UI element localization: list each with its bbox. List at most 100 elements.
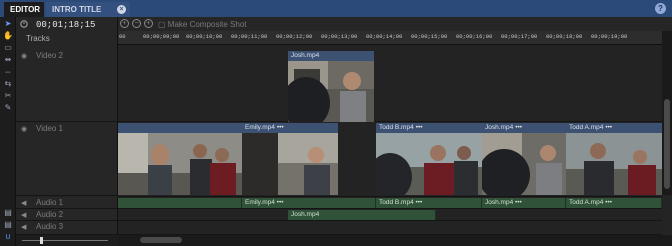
clip-thumbnail xyxy=(242,133,338,195)
clip-menu-icon[interactable]: ••• xyxy=(605,124,612,131)
ruler-tick: 00;00;17;00 xyxy=(501,33,538,40)
zoom-in-icon[interactable]: + xyxy=(144,19,153,28)
ripple-tool-icon[interactable]: ⇹ xyxy=(3,56,13,64)
speaker-icon[interactable]: ◀ xyxy=(21,223,26,231)
clip-label: Josh.mp4 xyxy=(485,124,514,131)
ruler-tick: 00;00;14;00 xyxy=(366,33,403,40)
speaker-icon[interactable]: ◀ xyxy=(21,211,26,219)
track-name: Audio 3 xyxy=(36,222,64,231)
slide-tool-icon[interactable]: ⇆ xyxy=(3,80,13,88)
tracks-label: Tracks xyxy=(26,34,50,43)
lane-video-2[interactable]: Josh.mp4 xyxy=(118,45,662,122)
tab-bar: EDITOR INTRO TITLE CARD × ? xyxy=(0,0,672,29)
clip-label: Todd B.mp4 xyxy=(379,124,414,131)
zoom-slider[interactable] xyxy=(16,235,118,246)
clip-label: Todd A.mp4 xyxy=(569,124,604,131)
clock-icon xyxy=(20,20,28,28)
zoom-out-icon[interactable]: − xyxy=(132,19,141,28)
ruler-tick: 00;00;13;00 xyxy=(321,33,358,40)
lane-video-1[interactable]: Emily.mp4 ••• Todd B.mp4 ••• Josh.mp4 ••… xyxy=(118,122,662,197)
clip-title: Josh.mp4 xyxy=(288,51,374,61)
clip-title-empty xyxy=(118,123,242,133)
video-clip[interactable]: Todd B.mp4 ••• xyxy=(376,123,482,195)
close-tab-icon[interactable]: × xyxy=(117,5,126,14)
ruler-tick: 00;00;19;00 xyxy=(591,33,628,40)
track-name: Video 1 xyxy=(36,124,63,133)
lane-audio-2[interactable]: Josh.mp4 xyxy=(118,209,662,221)
blade-tool-icon[interactable]: ▭ xyxy=(3,44,13,52)
tool-strip: ➤ ✋ ▭ ⇹ ⇔ ⇆ ✂ ✎ ▤ ▤ ∪ xyxy=(0,17,16,246)
ruler-tick: 00;00;15;00 xyxy=(411,33,448,40)
track-header-audio-2[interactable]: ◀ Audio 2 xyxy=(16,209,118,221)
slip-tool-icon[interactable]: ⇔ xyxy=(3,68,13,76)
clip-menu-icon[interactable]: ••• xyxy=(277,124,284,131)
vertical-scrollbar[interactable] xyxy=(662,31,672,195)
vertical-scroll-thumb[interactable] xyxy=(664,99,670,189)
audio-clip[interactable] xyxy=(118,198,242,208)
track-header-audio-1[interactable]: ◀ Audio 1 xyxy=(16,197,118,209)
clip-menu-icon[interactable]: ••• xyxy=(515,124,522,131)
track-name: Audio 2 xyxy=(36,210,64,219)
video-clip[interactable]: Josh.mp4 xyxy=(288,51,374,122)
tab-editor[interactable]: EDITOR xyxy=(4,2,44,17)
video-clip[interactable]: Todd A.mp4 ••• xyxy=(566,123,662,195)
magnet-icon[interactable]: ∪ xyxy=(3,233,13,241)
audio-clip[interactable]: Todd A.mp4 ••• xyxy=(566,198,662,208)
track-header-video-1[interactable]: ◉ Video 1 xyxy=(16,122,118,196)
track-header-video-2[interactable]: ◉ Video 2 xyxy=(16,45,118,122)
hand-tool-icon[interactable]: ✋ xyxy=(3,32,13,40)
clip-title: Todd A.mp4 ••• xyxy=(566,123,662,133)
clip-thumbnail xyxy=(566,133,662,195)
clip-menu-icon[interactable]: ••• xyxy=(416,124,423,131)
audio-clip[interactable]: Emily.mp4 ••• xyxy=(242,198,376,208)
lane-audio-3[interactable] xyxy=(118,221,662,235)
lane-audio-1[interactable]: Emily.mp4 ••• Todd B.mp4 ••• Josh.mp4 ••… xyxy=(118,197,662,209)
video-editor-timeline: EDITOR INTRO TITLE CARD × ? ➤ ✋ ▭ ⇹ ⇔ ⇆ … xyxy=(0,0,672,246)
help-icon[interactable]: ? xyxy=(655,3,666,14)
audio-clip[interactable]: Josh.mp4 ••• xyxy=(482,198,566,208)
zoom-track xyxy=(22,240,108,241)
tab-intro-title-card[interactable]: INTRO TITLE CARD × xyxy=(46,2,130,29)
audio-clip[interactable]: Todd B.mp4 ••• xyxy=(376,198,482,208)
add-icon[interactable]: + xyxy=(120,19,129,28)
pen-tool-icon[interactable]: ✎ xyxy=(3,104,13,112)
eye-icon[interactable]: ◉ xyxy=(21,52,27,60)
speaker-icon[interactable]: ◀ xyxy=(21,199,26,207)
time-ruler[interactable]: 00 00;00;09;00 00;00;10;00 00;00;11;00 0… xyxy=(118,31,662,45)
timeline-toolbar: + − + ▢ Make Composite Shot xyxy=(118,17,672,31)
clip-thumbnail xyxy=(118,133,242,195)
timecode-display[interactable]: 00;01;18;15 xyxy=(36,20,95,30)
ruler-tick: 00;00;12;00 xyxy=(276,33,313,40)
video-clip[interactable]: Emily.mp4 ••• xyxy=(242,123,338,195)
track-header-audio-3[interactable]: ◀ Audio 3 xyxy=(16,221,118,235)
clip-thumbnail xyxy=(482,133,566,195)
ruler-tick: 00 xyxy=(119,33,126,40)
ruler-tick: 00;00;18;00 xyxy=(546,33,583,40)
clip-thumbnail xyxy=(288,61,374,122)
clip-label: Emily.mp4 xyxy=(245,124,275,131)
composite-label: Make Composite Shot xyxy=(167,20,247,29)
eye-icon[interactable]: ◉ xyxy=(21,125,27,133)
horizontal-scrollbar[interactable] xyxy=(118,235,672,246)
make-composite-shot-button[interactable]: ▢ Make Composite Shot xyxy=(158,20,247,29)
track-name: Video 2 xyxy=(36,51,63,60)
video-clip[interactable] xyxy=(118,123,242,195)
film-track-icon[interactable]: ▤ xyxy=(3,209,13,217)
clip-title: Todd B.mp4 ••• xyxy=(376,123,482,133)
horizontal-scroll-thumb[interactable] xyxy=(140,237,182,243)
ruler-tick: 00;00;09;00 xyxy=(143,33,180,40)
video-clip[interactable]: Josh.mp4 ••• xyxy=(482,123,566,195)
film-track-icon-2[interactable]: ▤ xyxy=(3,221,13,229)
select-tool-icon[interactable]: ➤ xyxy=(3,20,13,28)
razor-tool-icon[interactable]: ✂ xyxy=(3,92,13,100)
clip-thumbnail xyxy=(376,133,482,195)
timeline-header: 00;01;18;15 Tracks xyxy=(16,17,118,45)
ruler-tick: 00;00;10;00 xyxy=(186,33,223,40)
composite-icon: ▢ xyxy=(158,20,166,29)
clip-title: Josh.mp4 ••• xyxy=(482,123,566,133)
zoom-handle[interactable] xyxy=(40,237,43,244)
ruler-tick: 00;00;11;00 xyxy=(231,33,268,40)
track-name: Audio 1 xyxy=(36,198,64,207)
ruler-tick: 00;00;16;00 xyxy=(456,33,493,40)
audio-clip[interactable]: Josh.mp4 xyxy=(288,210,436,220)
